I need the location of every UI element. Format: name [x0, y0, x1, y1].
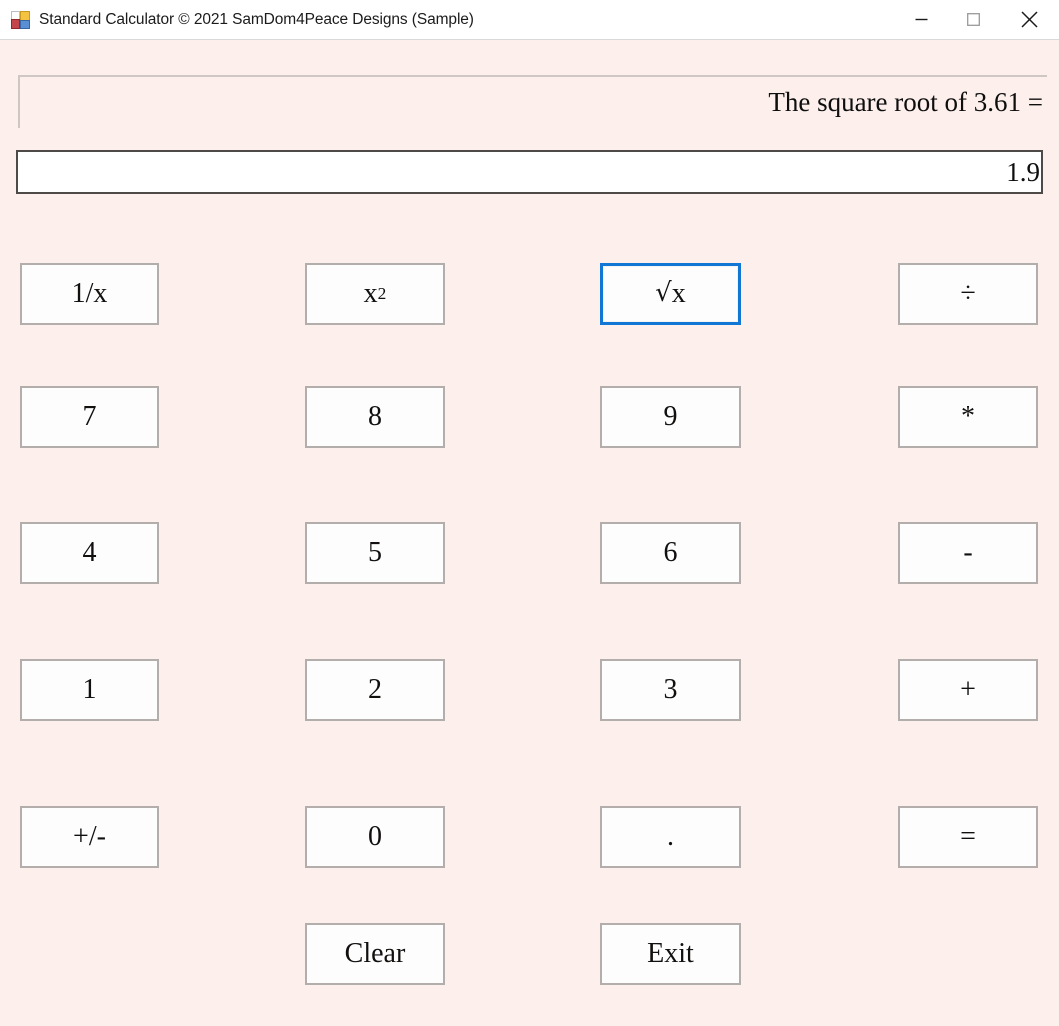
calc-button-add[interactable]: + [898, 659, 1038, 721]
result-input[interactable]: 1.9 [16, 150, 1043, 194]
calc-button-multiply[interactable]: * [898, 386, 1038, 448]
expression-text: The square root of 3.61 = [768, 87, 1043, 117]
calc-button-four[interactable]: 4 [20, 522, 159, 584]
maximize-button[interactable] [947, 0, 999, 39]
calc-button-square[interactable]: x2 [305, 263, 445, 325]
result-value: 1.9 [1006, 156, 1040, 187]
window-title: Standard Calculator © 2021 SamDom4Peace … [39, 10, 474, 28]
close-icon [1020, 11, 1038, 28]
calc-button-seven[interactable]: 7 [20, 386, 159, 448]
calc-button-two[interactable]: 2 [305, 659, 445, 721]
calc-button-zero[interactable]: 0 [305, 806, 445, 868]
calc-button-sign[interactable]: +/- [20, 806, 159, 868]
minimize-icon [915, 18, 927, 21]
window-titlebar[interactable]: Standard Calculator © 2021 SamDom4Peace … [0, 0, 1059, 40]
expression-display: The square root of 3.61 = [18, 75, 1047, 128]
calc-button-three[interactable]: 3 [600, 659, 741, 721]
calc-button-divide[interactable]: ÷ [898, 263, 1038, 325]
calc-button-equals[interactable]: = [898, 806, 1038, 868]
maximize-icon [966, 13, 980, 26]
app-window-icon [11, 10, 30, 29]
calc-button-clear[interactable]: Clear [305, 923, 445, 985]
calc-button-one[interactable]: 1 [20, 659, 159, 721]
close-button[interactable] [999, 0, 1059, 39]
calc-button-nine[interactable]: 9 [600, 386, 741, 448]
calc-button-exit[interactable]: Exit [600, 923, 741, 985]
calc-button-decimal[interactable]: . [600, 806, 741, 868]
calc-button-sqrt[interactable]: √ x [600, 263, 741, 325]
window-controls [895, 0, 1059, 39]
calc-button-reciprocal[interactable]: 1/x [20, 263, 159, 325]
calc-button-six[interactable]: 6 [600, 522, 741, 584]
calc-button-subtract[interactable]: - [898, 522, 1038, 584]
calc-button-five[interactable]: 5 [305, 522, 445, 584]
calc-button-eight[interactable]: 8 [305, 386, 445, 448]
titlebar-left-group: Standard Calculator © 2021 SamDom4Peace … [0, 10, 895, 29]
minimize-button[interactable] [895, 0, 947, 39]
calculator-window: Standard Calculator © 2021 SamDom4Peace … [0, 0, 1059, 1026]
